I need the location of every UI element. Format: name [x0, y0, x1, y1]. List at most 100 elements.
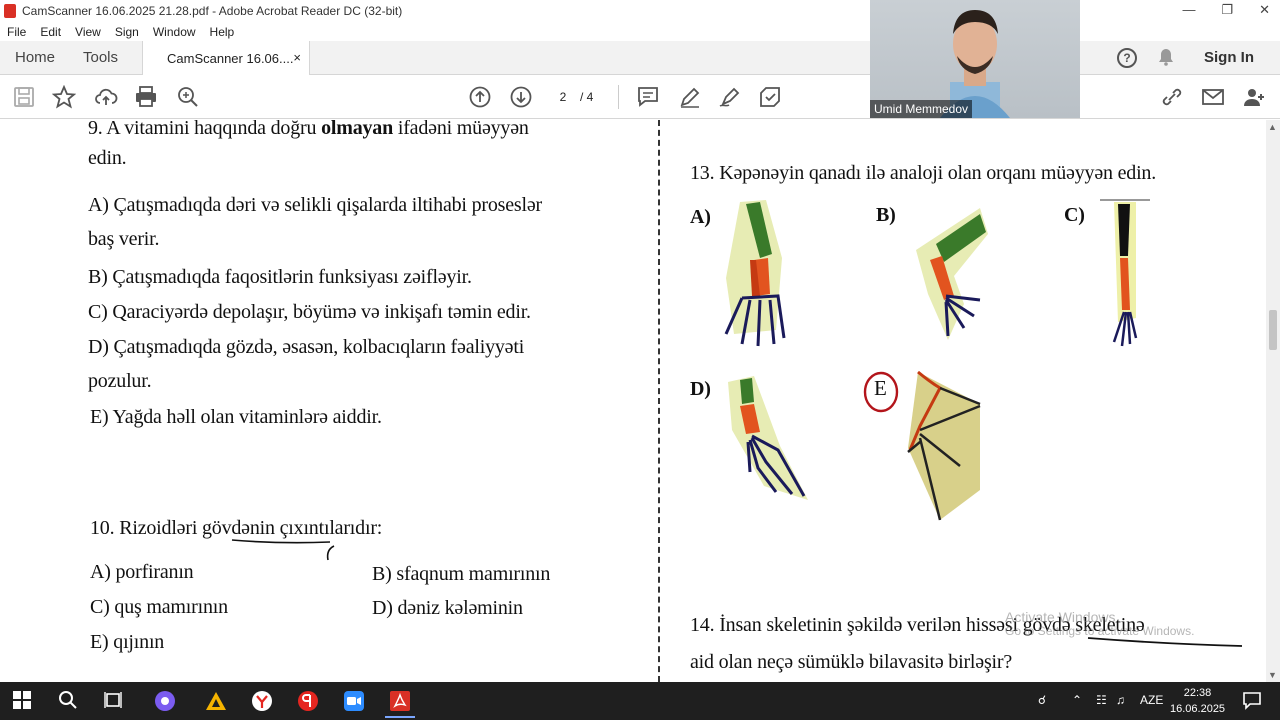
watermark-line2: Go to Settings to activate Windows.: [1005, 623, 1195, 638]
limb-diagram-c: [1100, 199, 1150, 347]
add-user-icon[interactable]: [1242, 85, 1266, 109]
q9-stem-line2: edin.: [88, 147, 127, 169]
limb-diagram-e: [907, 370, 981, 521]
q13-option-a: A): [690, 206, 711, 228]
watermark-line1: Activate Windows: [1005, 609, 1116, 625]
clock-date: 16.06.2025: [1170, 703, 1226, 715]
title-bar: CamScanner 16.06.2025 21.28.pdf - Adobe …: [0, 0, 1280, 22]
windows-taskbar: ☌ ⌃ ☷ ♫ AZE 22:38 16.06.2025: [0, 682, 1280, 720]
q9-option-b: B) Çatışmadıqda faqositlərin funksiyası …: [88, 266, 472, 288]
tray-chevron-icon[interactable]: ⌃: [1072, 693, 1082, 707]
scroll-up-icon[interactable]: ▲: [1268, 122, 1277, 132]
comment-icon[interactable]: [636, 85, 660, 109]
q9-option-c: C) Qaraciyərdə depolaşır, böyümə və inki…: [88, 301, 531, 323]
bell-icon[interactable]: [1158, 48, 1174, 71]
fill-sign-icon[interactable]: [758, 85, 782, 109]
task-view-icon[interactable]: [103, 690, 125, 712]
webcam-name-label: Umid Memmedov: [870, 100, 973, 118]
vertical-scrollbar[interactable]: ▲ ▼: [1266, 120, 1280, 682]
email-icon[interactable]: [1201, 85, 1225, 109]
pdf-page: 9. A vitamini haqqında doğru olmayan ifa…: [20, 120, 1266, 682]
volume-icon[interactable]: ♫: [1116, 693, 1125, 707]
highlight-pen-icon[interactable]: [678, 85, 702, 109]
language-indicator[interactable]: AZE: [1140, 693, 1163, 707]
restore-icon[interactable]: ❐: [1221, 2, 1233, 18]
q10-option-a: A) porfiranın: [90, 561, 194, 583]
tab-bar: Home Tools CamScanner 16.06.... × ? Sign…: [0, 41, 1280, 76]
zoom-search-icon[interactable]: [176, 85, 200, 109]
app-triangle-icon[interactable]: [205, 690, 227, 712]
tab-home[interactable]: Home: [15, 49, 55, 66]
q13-option-c: C): [1064, 204, 1085, 226]
taskbar-clock[interactable]: 22:38 16.06.2025: [1170, 685, 1225, 717]
yandex-browser-icon[interactable]: [251, 690, 273, 712]
active-app-indicator: [385, 716, 415, 718]
menu-view[interactable]: View: [75, 25, 101, 39]
q13-stem: 13. Kəpənəyin qanadı ilə analoji olan or…: [690, 162, 1157, 184]
menu-edit[interactable]: Edit: [40, 25, 61, 39]
tab-tools[interactable]: Tools: [83, 49, 118, 66]
page-total: / 4: [580, 90, 594, 104]
share-link-icon[interactable]: [1160, 85, 1184, 109]
window-controls: — ❐ ✕: [1182, 2, 1270, 18]
next-page-icon[interactable]: [509, 85, 533, 109]
q13-option-d: D): [690, 378, 711, 400]
print-icon[interactable]: [134, 85, 158, 109]
tab-close-icon[interactable]: ×: [293, 50, 301, 65]
star-icon[interactable]: [51, 84, 77, 109]
yandex-icon[interactable]: [297, 690, 319, 712]
menu-bar: File Edit View Sign Window Help: [0, 22, 1280, 41]
scroll-down-icon[interactable]: ▼: [1268, 670, 1277, 680]
document-viewport: 9. A vitamini haqqında doğru olmayan ifa…: [0, 120, 1266, 682]
tab-document[interactable]: CamScanner 16.06.... ×: [142, 41, 310, 76]
prev-page-icon[interactable]: [468, 85, 492, 109]
sign-pen-icon[interactable]: [718, 85, 742, 109]
toolbar: 2 / 4: [0, 75, 1280, 119]
q9-option-a-cont: baş verir.: [88, 228, 160, 250]
limb-diagram-d: [728, 376, 808, 500]
toolbar-separator: [618, 85, 619, 109]
q10-option-e: E) qıjının: [90, 631, 165, 653]
upload-cloud-icon[interactable]: [94, 85, 118, 109]
tab-document-label: CamScanner 16.06....: [167, 51, 294, 66]
column-divider: [658, 120, 660, 682]
webcam-overlay: Umid Memmedov: [870, 0, 1080, 118]
menu-window[interactable]: Window: [153, 25, 196, 39]
q10-option-d: D) dəniz kələminin: [372, 597, 523, 619]
search-icon[interactable]: [58, 690, 80, 712]
zoom-app-icon[interactable]: [343, 690, 365, 712]
q9-option-d-cont: pozulur.: [88, 370, 152, 392]
help-icon[interactable]: ?: [1117, 48, 1137, 68]
scroll-thumb[interactable]: [1269, 310, 1277, 350]
q10-option-c: C) quş mamırının: [90, 596, 228, 618]
window-title: CamScanner 16.06.2025 21.28.pdf - Adobe …: [22, 4, 403, 18]
activate-windows-watermark: Activate Windows Go to Settings to activ…: [1005, 610, 1194, 637]
acrobat-taskbar-icon[interactable]: [385, 690, 415, 718]
app-purple-icon[interactable]: [154, 690, 176, 712]
menu-file[interactable]: File: [7, 25, 26, 39]
q9-option-a: A) Çatışmadıqda dəri və selikli qişalard…: [88, 194, 542, 216]
minimize-icon[interactable]: —: [1182, 2, 1195, 18]
page-number-input[interactable]: 2: [548, 87, 578, 107]
clock-time: 22:38: [1183, 687, 1212, 699]
menu-help[interactable]: Help: [210, 25, 235, 39]
limb-diagram-a: [724, 200, 786, 347]
network-icon[interactable]: ☷: [1096, 693, 1107, 707]
windows-start-icon[interactable]: [12, 690, 34, 712]
q9-option-e: E) Yağda həll olan vitaminlərə aiddir.: [90, 406, 382, 428]
q13-option-b: B): [876, 204, 896, 226]
acrobat-icon: [4, 4, 16, 18]
save-icon[interactable]: [12, 85, 36, 109]
q14-stem-line2: aid olan neçə sümüklə bilavasitə birləşi…: [690, 651, 1013, 673]
menu-sign[interactable]: Sign: [115, 25, 139, 39]
notification-center-icon[interactable]: [1242, 690, 1264, 712]
q10-option-b: B) sfaqnum mamırının: [372, 563, 551, 585]
handwritten-underline: [231, 539, 335, 561]
close-icon[interactable]: ✕: [1259, 2, 1270, 18]
q9-option-d: D) Çatışmadıqda gözdə, əsasən, kolbacıql…: [88, 336, 525, 358]
q9-stem-line1: 9. A vitamini haqqında doğru olmayan ifa…: [88, 120, 529, 139]
sign-in-button[interactable]: Sign In: [1204, 49, 1254, 66]
handwritten-circle: [863, 371, 899, 413]
people-icon[interactable]: ☌: [1038, 693, 1046, 707]
limb-diagram-b: [916, 208, 988, 340]
